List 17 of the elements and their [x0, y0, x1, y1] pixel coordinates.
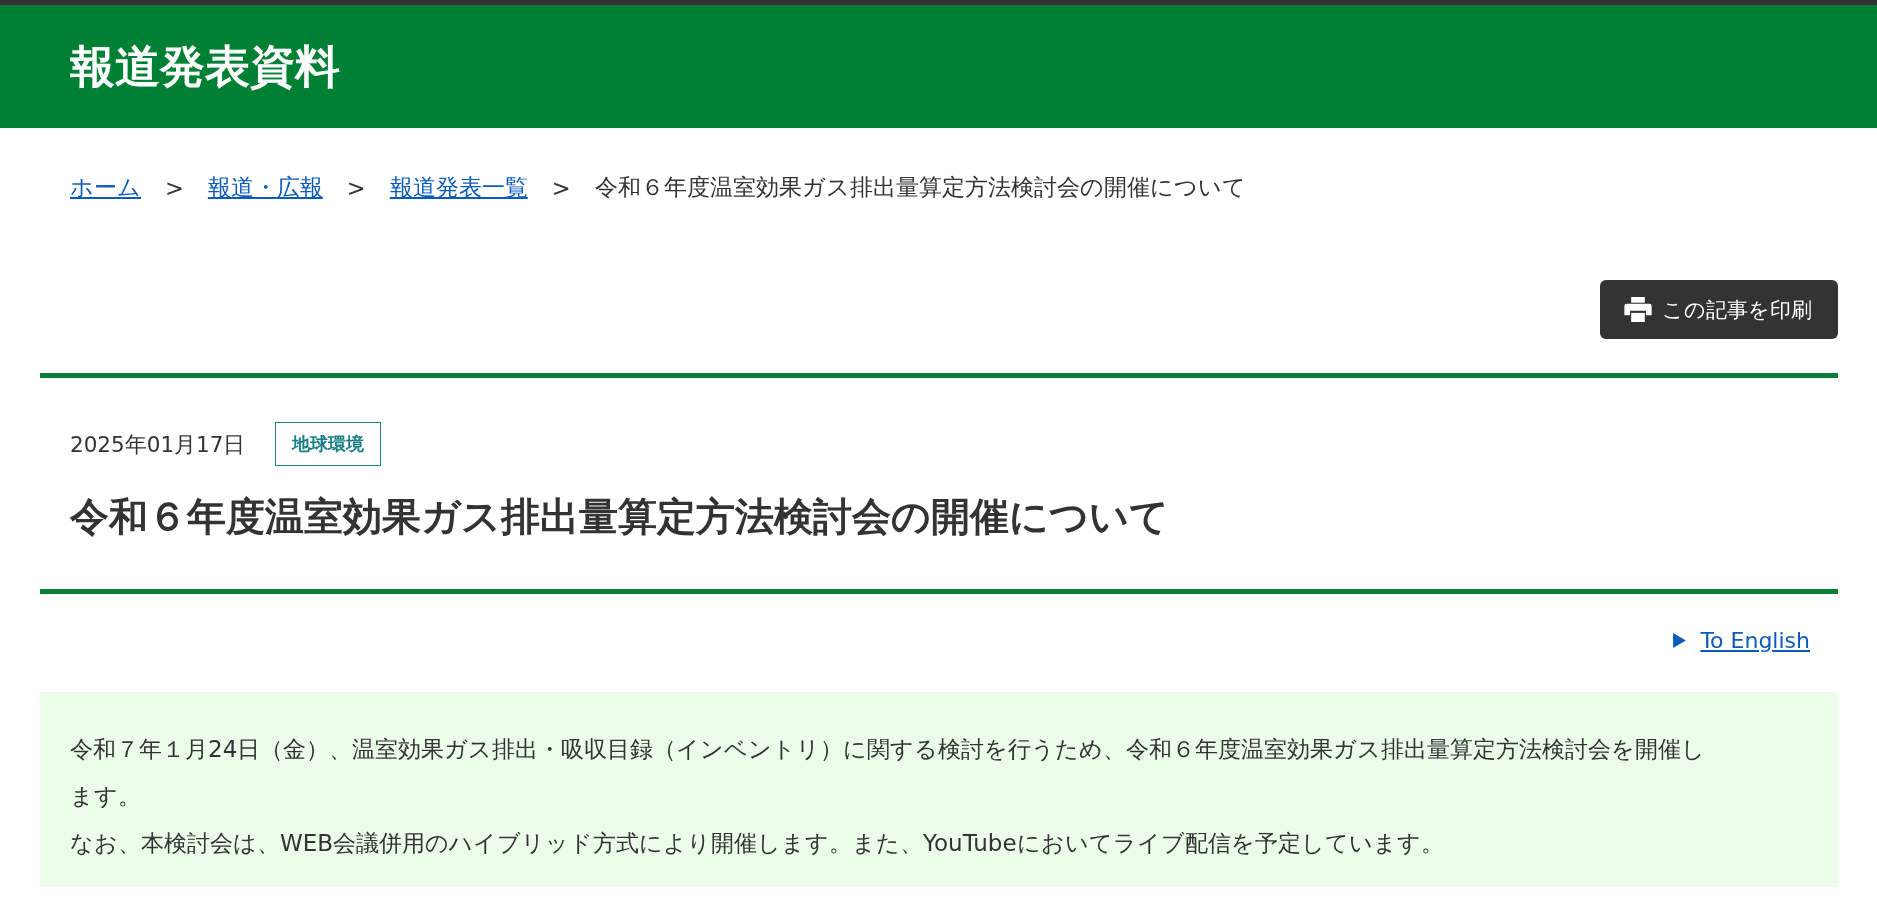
page-title: 報道発表資料: [70, 38, 340, 95]
breadcrumb-separator: >: [551, 174, 571, 201]
breadcrumb-link[interactable]: 報道発表一覧: [389, 172, 528, 203]
breadcrumb-current: 令和６年度温室効果ガス排出量算定方法検討会の開催について: [594, 173, 1246, 202]
summary-paragraph: 令和７年１月24日（金）、温室効果ガス排出・吸収目録（インベントリ）に関する検討を行うため、令和６年度温室効果ガス排出量算定方法検討会を開催します。: [70, 735, 1707, 811]
breadcrumb-separator: >: [165, 174, 184, 201]
breadcrumb-link[interactable]: ホーム: [70, 172, 141, 203]
article-date: 2025年01月17日: [70, 430, 246, 459]
english-link[interactable]: To English: [1700, 628, 1810, 653]
summary-paragraph: なお、本検討会は、WEB会議併用のハイブリッド方式により開催します。また、YouTubeにおいてライブ配信を予定しています。: [70, 829, 1445, 858]
breadcrumb-separator: >: [346, 174, 366, 201]
printer-icon: [1624, 297, 1652, 322]
article-title: 令和６年度温室効果ガス排出量算定方法検討会の開催について: [70, 493, 1170, 541]
category-tag: 地球環境: [275, 422, 382, 466]
breadcrumb-link[interactable]: 報道・広報: [207, 172, 323, 203]
triangle-icon: [1673, 633, 1687, 648]
print-button[interactable]: この記事を印刷: [1600, 280, 1838, 339]
